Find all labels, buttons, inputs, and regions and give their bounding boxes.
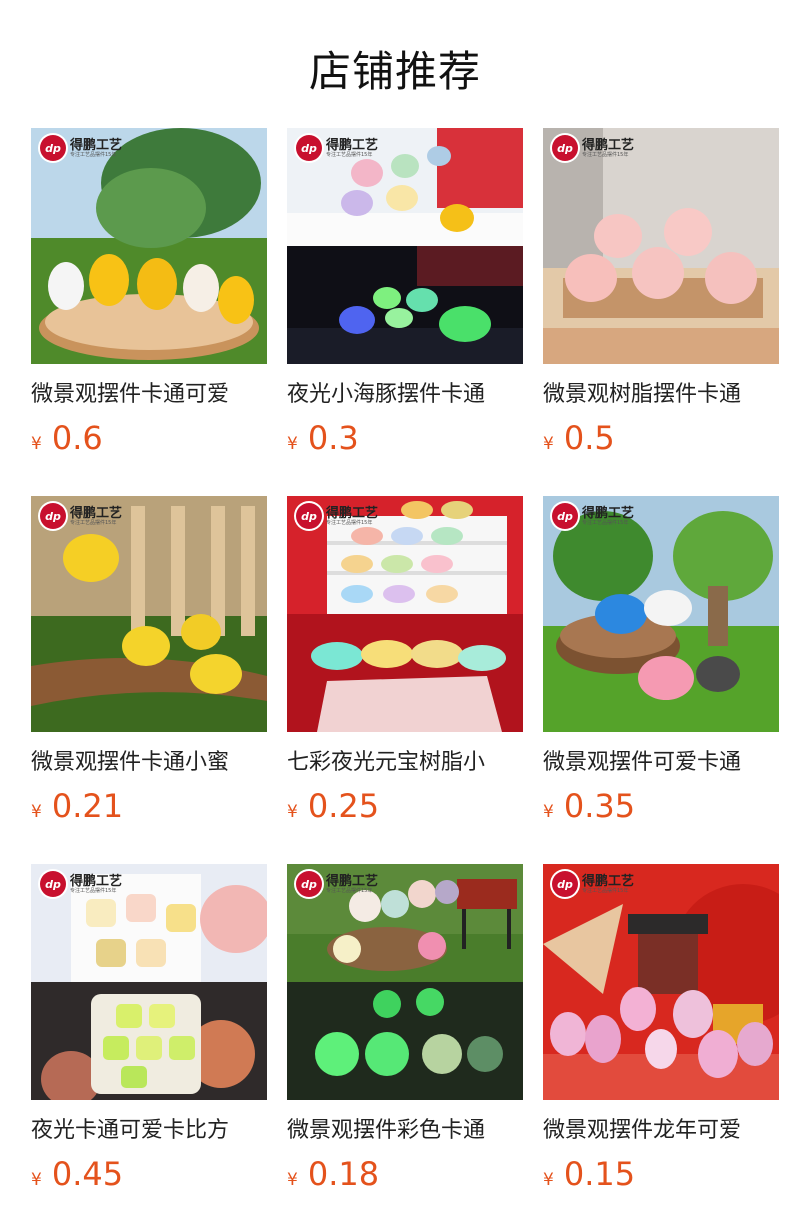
price-value: 0.5 <box>563 419 615 457</box>
product-price: ¥ 0.3 <box>287 419 523 457</box>
product-card[interactable]: dp 得鹏工艺 专注工艺品摆件15年 七彩夜光元宝树脂小 ¥ 0.25 <box>287 496 523 832</box>
product-name[interactable]: 夜光卡通可爱卡比方 <box>31 1115 267 1147</box>
brand-logo: dp 得鹏工艺 专注工艺品摆件15年 <box>40 135 122 161</box>
product-name[interactable]: 微景观摆件龙年可爱 <box>543 1115 779 1147</box>
logo-mark-icon: dp <box>552 135 578 161</box>
logo-mark-icon: dp <box>296 503 322 529</box>
product-price: ¥ 0.21 <box>31 787 267 825</box>
brand-logo: dp 得鹏工艺 专注工艺品摆件15年 <box>552 503 634 529</box>
product-image[interactable]: dp 得鹏工艺 专注工艺品摆件15年 <box>31 128 267 364</box>
product-price: ¥ 0.6 <box>31 419 267 457</box>
product-image[interactable]: dp 得鹏工艺 专注工艺品摆件15年 <box>31 496 267 732</box>
logo-mark-icon: dp <box>40 503 66 529</box>
brand-logo: dp 得鹏工艺 专注工艺品摆件15年 <box>40 871 122 897</box>
product-name[interactable]: 微景观摆件卡通可爱 <box>31 379 267 411</box>
product-image[interactable]: dp 得鹏工艺 专注工艺品摆件15年 <box>287 496 523 732</box>
currency-symbol: ¥ <box>31 434 42 454</box>
brand-logo: dp 得鹏工艺 专注工艺品摆件15年 <box>552 135 634 161</box>
product-card[interactable]: dp 得鹏工艺 专注工艺品摆件15年 微景观树脂摆件卡通 ¥ 0.5 <box>543 128 779 464</box>
product-card[interactable]: dp 得鹏工艺 专注工艺品摆件15年 微景观摆件卡通可爱 ¥ 0.6 <box>31 128 267 464</box>
product-price: ¥ 0.15 <box>543 1155 779 1193</box>
brand-logo: dp 得鹏工艺 专注工艺品摆件15年 <box>40 503 122 529</box>
page-header: 店铺推荐 <box>0 0 790 128</box>
product-name[interactable]: 微景观摆件卡通小蜜 <box>31 747 267 779</box>
currency-symbol: ¥ <box>543 1170 554 1190</box>
price-value: 0.6 <box>51 419 103 457</box>
product-image[interactable]: dp 得鹏工艺 专注工艺品摆件15年 <box>287 128 523 364</box>
product-card[interactable]: dp 得鹏工艺 专注工艺品摆件15年 夜光卡通可爱卡比方 ¥ 0.45 <box>31 864 267 1200</box>
logo-mark-icon: dp <box>40 871 66 897</box>
product-price: ¥ 0.5 <box>543 419 779 457</box>
product-card[interactable]: dp 得鹏工艺 专注工艺品摆件15年 微景观摆件卡通小蜜 ¥ 0.21 <box>31 496 267 832</box>
product-image[interactable]: dp 得鹏工艺 专注工艺品摆件15年 <box>31 864 267 1100</box>
product-name[interactable]: 微景观摆件彩色卡通 <box>287 1115 523 1147</box>
brand-logo: dp 得鹏工艺 专注工艺品摆件15年 <box>296 135 378 161</box>
logo-mark-icon: dp <box>296 135 322 161</box>
currency-symbol: ¥ <box>287 434 298 454</box>
logo-mark-icon: dp <box>40 135 66 161</box>
product-name[interactable]: 微景观摆件可爱卡通 <box>543 747 779 779</box>
logo-mark-icon: dp <box>296 871 322 897</box>
logo-mark-icon: dp <box>552 871 578 897</box>
product-name[interactable]: 夜光小海豚摆件卡通 <box>287 379 523 411</box>
product-image[interactable]: dp 得鹏工艺 专注工艺品摆件15年 <box>543 496 779 732</box>
price-value: 0.35 <box>563 787 636 825</box>
product-image[interactable]: dp 得鹏工艺 专注工艺品摆件15年 <box>543 128 779 364</box>
product-name[interactable]: 七彩夜光元宝树脂小 <box>287 747 523 779</box>
price-value: 0.45 <box>51 1155 124 1193</box>
product-grid: dp 得鹏工艺 专注工艺品摆件15年 微景观摆件卡通可爱 ¥ 0.6 dp 得鹏… <box>31 128 779 1200</box>
product-card[interactable]: dp 得鹏工艺 专注工艺品摆件15年 微景观摆件龙年可爱 ¥ 0.15 <box>543 864 779 1200</box>
product-image[interactable]: dp 得鹏工艺 专注工艺品摆件15年 <box>543 864 779 1100</box>
price-value: 0.15 <box>563 1155 636 1193</box>
brand-logo: dp 得鹏工艺 专注工艺品摆件15年 <box>296 503 378 529</box>
product-price: ¥ 0.25 <box>287 787 523 825</box>
price-value: 0.3 <box>307 419 359 457</box>
currency-symbol: ¥ <box>31 802 42 822</box>
product-card[interactable]: dp 得鹏工艺 专注工艺品摆件15年 微景观摆件彩色卡通 ¥ 0.18 <box>287 864 523 1200</box>
currency-symbol: ¥ <box>287 802 298 822</box>
product-card[interactable]: dp 得鹏工艺 专注工艺品摆件15年 夜光小海豚摆件卡通 ¥ 0.3 <box>287 128 523 464</box>
currency-symbol: ¥ <box>31 1170 42 1190</box>
product-card[interactable]: dp 得鹏工艺 专注工艺品摆件15年 微景观摆件可爱卡通 ¥ 0.35 <box>543 496 779 832</box>
price-value: 0.21 <box>51 787 124 825</box>
logo-mark-icon: dp <box>552 503 578 529</box>
currency-symbol: ¥ <box>543 802 554 822</box>
currency-symbol: ¥ <box>287 1170 298 1190</box>
price-value: 0.25 <box>307 787 380 825</box>
product-price: ¥ 0.18 <box>287 1155 523 1193</box>
brand-logo: dp 得鹏工艺 专注工艺品摆件15年 <box>296 871 378 897</box>
product-image[interactable]: dp 得鹏工艺 专注工艺品摆件15年 <box>287 864 523 1100</box>
brand-logo: dp 得鹏工艺 专注工艺品摆件15年 <box>552 871 634 897</box>
product-name[interactable]: 微景观树脂摆件卡通 <box>543 379 779 411</box>
currency-symbol: ¥ <box>543 434 554 454</box>
product-price: ¥ 0.45 <box>31 1155 267 1193</box>
page-title: 店铺推荐 <box>308 47 481 96</box>
product-price: ¥ 0.35 <box>543 787 779 825</box>
price-value: 0.18 <box>307 1155 380 1193</box>
